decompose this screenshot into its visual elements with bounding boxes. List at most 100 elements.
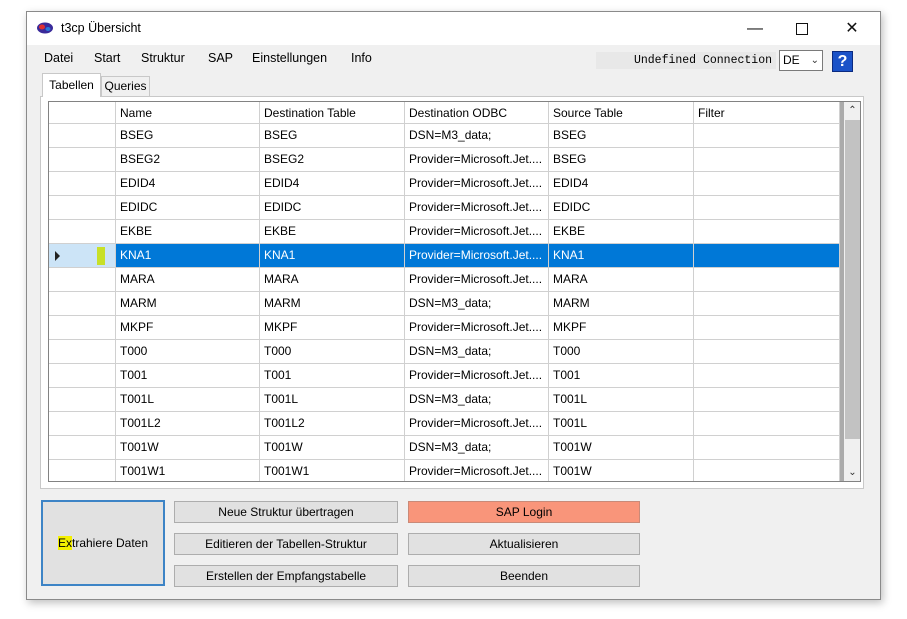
scroll-thumb[interactable] [845, 120, 860, 439]
cell-destination-table[interactable]: BSEG [260, 124, 405, 148]
cell-destination-odbc[interactable]: Provider=Microsoft.Jet.... [405, 220, 549, 244]
row-header[interactable] [49, 388, 116, 412]
cell-source-table[interactable]: T001 [549, 364, 694, 388]
cell-destination-odbc[interactable]: Provider=Microsoft.Jet.... [405, 244, 549, 268]
neue-struktur-button[interactable]: Neue Struktur übertragen [174, 501, 398, 523]
row-header[interactable] [49, 124, 116, 148]
cell-destination-odbc[interactable]: DSN=M3_data; [405, 340, 549, 364]
cell-source-table[interactable]: T001L [549, 412, 694, 436]
cell-source-table[interactable]: MKPF [549, 316, 694, 340]
row-header[interactable] [49, 436, 116, 460]
cell-filter[interactable] [694, 244, 840, 268]
cell-destination-table[interactable]: T000 [260, 340, 405, 364]
table-row[interactable]: T001W1 T001W1 Provider=Microsoft.Jet.... T0… [49, 460, 843, 481]
cell-source-table[interactable]: BSEG [549, 148, 694, 172]
tab-tabellen[interactable]: Tabellen [42, 73, 101, 97]
cell-destination-odbc[interactable]: DSN=M3_data; [405, 436, 549, 460]
cell-source-table[interactable]: KNA1 [549, 244, 694, 268]
cell-destination-table[interactable]: T001 [260, 364, 405, 388]
table-row[interactable]: T001L2 T001L2 Provider=Microsoft.Jet.... T0… [49, 412, 843, 436]
row-header[interactable] [49, 196, 116, 220]
cell-destination-odbc[interactable]: Provider=Microsoft.Jet.... [405, 412, 549, 436]
title-bar[interactable]: t3cp Übersicht — ✕ [27, 12, 880, 45]
column-header-filter[interactable]: Filter [694, 102, 840, 124]
cell-name[interactable]: EDID4 [116, 172, 260, 196]
cell-name[interactable]: T000 [116, 340, 260, 364]
cell-filter[interactable] [694, 364, 840, 388]
cell-filter[interactable] [694, 268, 840, 292]
cell-name[interactable]: EKBE [116, 220, 260, 244]
cell-destination-odbc[interactable]: Provider=Microsoft.Jet.... [405, 364, 549, 388]
cell-filter[interactable] [694, 124, 840, 148]
maximize-button[interactable] [779, 12, 825, 45]
row-header[interactable] [49, 412, 116, 436]
beenden-button[interactable]: Beenden [408, 565, 640, 587]
cell-destination-table[interactable]: T001W [260, 436, 405, 460]
cell-source-table[interactable]: T001W [549, 460, 694, 481]
table-row[interactable]: BSEG BSEG DSN=M3_data; BSEG [49, 124, 843, 148]
close-button[interactable]: ✕ [829, 12, 875, 45]
cell-name[interactable]: T001 [116, 364, 260, 388]
cell-filter[interactable] [694, 292, 840, 316]
row-header[interactable] [49, 220, 116, 244]
column-header-source-table[interactable]: Source Table [549, 102, 694, 124]
cell-destination-table[interactable]: T001L [260, 388, 405, 412]
cell-destination-odbc[interactable]: Provider=Microsoft.Jet.... [405, 172, 549, 196]
cell-source-table[interactable]: EKBE [549, 220, 694, 244]
cell-name[interactable]: BSEG2 [116, 148, 260, 172]
cell-destination-table[interactable]: EDIDC [260, 196, 405, 220]
scroll-down-icon[interactable]: ⌄ [844, 464, 860, 481]
scroll-up-icon[interactable]: ⌃ [844, 102, 860, 119]
cell-destination-table[interactable]: T001L2 [260, 412, 405, 436]
cell-name[interactable]: MARM [116, 292, 260, 316]
cell-destination-odbc[interactable]: Provider=Microsoft.Jet.... [405, 196, 549, 220]
menu-datei[interactable]: Datei [44, 51, 73, 65]
aktualisieren-button[interactable]: Aktualisieren [408, 533, 640, 555]
row-header[interactable] [49, 148, 116, 172]
cell-name[interactable]: KNA1 [116, 244, 260, 268]
row-header[interactable] [49, 460, 116, 481]
cell-destination-odbc[interactable]: DSN=M3_data; [405, 124, 549, 148]
help-button[interactable]: ? [832, 51, 853, 72]
table-row[interactable]: EKBE EKBE Provider=Microsoft.Jet.... EKBE [49, 220, 843, 244]
table-row[interactable]: MKPF MKPF Provider=Microsoft.Jet.... MKPF [49, 316, 843, 340]
extract-data-button[interactable]: Extrahiere Daten [41, 500, 165, 586]
cell-filter[interactable] [694, 460, 840, 481]
cell-destination-table[interactable]: EKBE [260, 220, 405, 244]
cell-destination-odbc[interactable]: Provider=Microsoft.Jet.... [405, 316, 549, 340]
cell-name[interactable]: T001W [116, 436, 260, 460]
table-row[interactable]: T001L T001L DSN=M3_data; T001L [49, 388, 843, 412]
table-row[interactable]: MARM MARM DSN=M3_data; MARM [49, 292, 843, 316]
cell-source-table[interactable]: BSEG [549, 124, 694, 148]
cell-filter[interactable] [694, 316, 840, 340]
cell-name[interactable]: MKPF [116, 316, 260, 340]
cell-destination-table[interactable]: KNA1 [260, 244, 405, 268]
cell-destination-table[interactable]: EDID4 [260, 172, 405, 196]
cell-source-table[interactable]: MARM [549, 292, 694, 316]
table-row[interactable]: T000 T000 DSN=M3_data; T000 [49, 340, 843, 364]
cell-source-table[interactable]: T000 [549, 340, 694, 364]
table-row[interactable]: T001 T001 Provider=Microsoft.Jet.... T001 [49, 364, 843, 388]
menu-struktur[interactable]: Struktur [141, 51, 185, 65]
row-header[interactable] [49, 340, 116, 364]
cell-name[interactable]: BSEG [116, 124, 260, 148]
row-header[interactable] [49, 244, 116, 268]
vertical-scrollbar[interactable]: ⌃ ⌄ [844, 102, 860, 481]
erstellen-empfangstabelle-button[interactable]: Erstellen der Empfangstabelle [174, 565, 398, 587]
cell-source-table[interactable]: MARA [549, 268, 694, 292]
column-header-name[interactable]: Name [116, 102, 260, 124]
cell-filter[interactable] [694, 388, 840, 412]
cell-name[interactable]: T001W1 [116, 460, 260, 481]
row-header[interactable] [49, 268, 116, 292]
table-row[interactable]: EDID4 EDID4 Provider=Microsoft.Jet.... EDID… [49, 172, 843, 196]
row-header[interactable] [49, 292, 116, 316]
cell-filter[interactable] [694, 412, 840, 436]
cell-destination-odbc[interactable]: Provider=Microsoft.Jet.... [405, 460, 549, 481]
editieren-struktur-button[interactable]: Editieren der Tabellen-Struktur [174, 533, 398, 555]
cell-destination-odbc[interactable]: Provider=Microsoft.Jet.... [405, 148, 549, 172]
cell-destination-table[interactable]: MARA [260, 268, 405, 292]
table-row[interactable]: MARA MARA Provider=Microsoft.Jet.... MARA [49, 268, 843, 292]
cell-source-table[interactable]: EDIDC [549, 196, 694, 220]
cell-filter[interactable] [694, 220, 840, 244]
cell-filter[interactable] [694, 148, 840, 172]
